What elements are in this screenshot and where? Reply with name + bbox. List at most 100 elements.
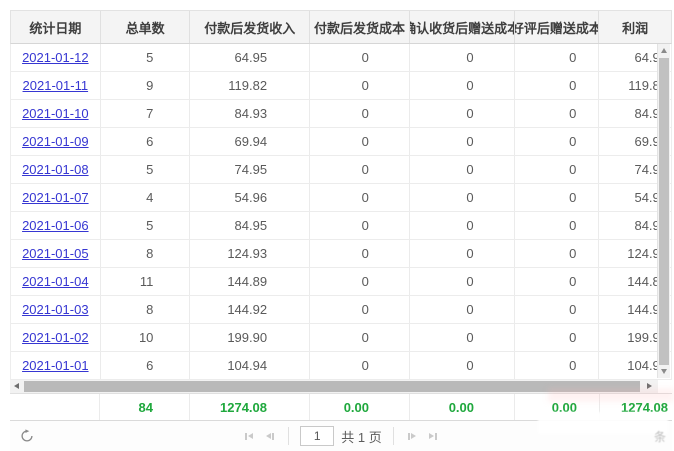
date-link[interactable]: 2021-01-09 — [22, 134, 89, 149]
pager-separator — [288, 427, 289, 445]
value-cell: 5 — [101, 156, 191, 183]
date-link[interactable]: 2021-01-11 — [23, 78, 89, 93]
date-link[interactable]: 2021-01-06 — [22, 218, 89, 233]
summary-cell: 0.00 — [310, 394, 410, 420]
value-cell: 0 — [410, 296, 515, 323]
value-cell: 0 — [410, 240, 515, 267]
value-cell: 10 — [101, 324, 191, 351]
vertical-scrollbar[interactable] — [657, 44, 670, 378]
date-cell: 2021-01-10 — [11, 100, 101, 127]
first-page-icon — [245, 433, 247, 440]
table-row: 2021-01-09669.9400069.94 — [11, 128, 671, 156]
value-cell: 0 — [310, 324, 410, 351]
value-cell: 119.82 — [190, 72, 310, 99]
header-cell[interactable]: 付款后发货收入 — [190, 11, 310, 43]
date-cell: 2021-01-01 — [11, 352, 101, 379]
table-row: 2021-01-058124.93000124.93 — [11, 240, 671, 268]
value-cell: 0 — [310, 268, 410, 295]
last-page-icon — [429, 433, 434, 439]
value-cell: 84.93 — [190, 100, 310, 127]
value-cell: 9 — [101, 72, 191, 99]
prev-page-button[interactable] — [263, 431, 277, 442]
value-cell: 0 — [310, 44, 410, 71]
date-link[interactable]: 2021-01-08 — [22, 162, 89, 177]
date-link[interactable]: 2021-01-07 — [22, 190, 89, 205]
value-cell: 0 — [410, 44, 515, 71]
value-cell: 7 — [101, 100, 191, 127]
value-cell: 0 — [410, 324, 515, 351]
value-cell: 6 — [101, 128, 191, 155]
scroll-down-arrow-icon[interactable] — [661, 369, 667, 374]
header-cell[interactable]: 总单数 — [101, 11, 191, 43]
value-cell: 69.94 — [190, 128, 310, 155]
header-cell[interactable]: 确认收货后赠送成本 — [410, 11, 515, 43]
value-cell: 0 — [515, 240, 600, 267]
date-cell: 2021-01-07 — [11, 184, 101, 211]
value-cell: 0 — [515, 212, 600, 239]
date-link[interactable]: 2021-01-04 — [22, 274, 89, 289]
last-page-button[interactable] — [426, 431, 440, 442]
next-page-icon — [411, 433, 416, 439]
value-cell: 8 — [101, 296, 191, 323]
value-cell: 0 — [310, 100, 410, 127]
date-cell: 2021-01-12 — [11, 44, 101, 71]
value-cell: 0 — [410, 212, 515, 239]
value-cell: 0 — [410, 184, 515, 211]
value-cell: 5 — [101, 44, 191, 71]
value-cell: 0 — [410, 156, 515, 183]
value-cell: 74.95 — [190, 156, 310, 183]
value-cell: 11 — [101, 268, 191, 295]
value-cell: 84.95 — [190, 212, 310, 239]
date-link[interactable]: 2021-01-05 — [22, 246, 89, 261]
date-link[interactable]: 2021-01-03 — [22, 302, 89, 317]
header-cell[interactable]: 好评后赠送成本 — [515, 11, 600, 43]
value-cell: 0 — [310, 128, 410, 155]
value-cell: 124.93 — [190, 240, 310, 267]
table-header: 统计日期总单数付款后发货收入付款后发货成本确认收货后赠送成本好评后赠送成本利润 — [10, 10, 672, 44]
table-row: 2021-01-038144.92000144.92 — [11, 296, 671, 324]
date-link[interactable]: 2021-01-02 — [22, 330, 89, 345]
vertical-scrollbar-thumb[interactable] — [659, 58, 669, 365]
header-cell[interactable]: 利润 — [599, 11, 671, 43]
date-cell: 2021-01-11 — [11, 72, 101, 99]
table-row: 2021-01-016104.94000104.94 — [11, 352, 671, 380]
value-cell: 144.89 — [190, 268, 310, 295]
date-link[interactable]: 2021-01-01 — [22, 358, 89, 373]
value-cell: 0 — [515, 72, 600, 99]
summary-cell: 84 — [100, 394, 190, 420]
header-cell[interactable]: 付款后发货成本 — [310, 11, 410, 43]
value-cell: 0 — [410, 72, 515, 99]
table-row: 2021-01-0210199.90000199.90 — [11, 324, 671, 352]
value-cell: 0 — [515, 268, 600, 295]
next-page-button[interactable] — [405, 431, 419, 442]
value-cell: 54.96 — [190, 184, 310, 211]
date-link[interactable]: 2021-01-12 — [22, 50, 89, 65]
value-cell: 0 — [310, 212, 410, 239]
summary-cell: 0.00 — [410, 394, 515, 420]
table-row: 2021-01-10784.9300084.93 — [11, 100, 671, 128]
first-page-button[interactable] — [242, 431, 256, 442]
value-cell: 64.95 — [190, 44, 310, 71]
value-cell: 0 — [310, 184, 410, 211]
summary-cell — [10, 394, 100, 420]
watermark-smudge — [548, 388, 674, 402]
value-cell: 0 — [515, 184, 600, 211]
table-row: 2021-01-0411144.89000144.89 — [11, 268, 671, 296]
pager-separator — [393, 427, 394, 445]
scroll-left-arrow-icon[interactable] — [14, 383, 19, 389]
page-number-input[interactable] — [300, 426, 334, 446]
value-cell: 0 — [410, 100, 515, 127]
header-cell[interactable]: 统计日期 — [11, 11, 101, 43]
value-cell: 0 — [515, 100, 600, 127]
table-row: 2021-01-07454.9600054.96 — [11, 184, 671, 212]
value-cell: 0 — [515, 156, 600, 183]
date-cell: 2021-01-06 — [11, 212, 101, 239]
date-cell: 2021-01-08 — [11, 156, 101, 183]
value-cell: 144.92 — [190, 296, 310, 323]
value-cell: 0 — [310, 352, 410, 379]
date-link[interactable]: 2021-01-10 — [22, 106, 89, 121]
value-cell: 0 — [410, 128, 515, 155]
value-cell: 0 — [310, 240, 410, 267]
value-cell: 0 — [310, 72, 410, 99]
scroll-up-arrow-icon[interactable] — [661, 48, 667, 53]
